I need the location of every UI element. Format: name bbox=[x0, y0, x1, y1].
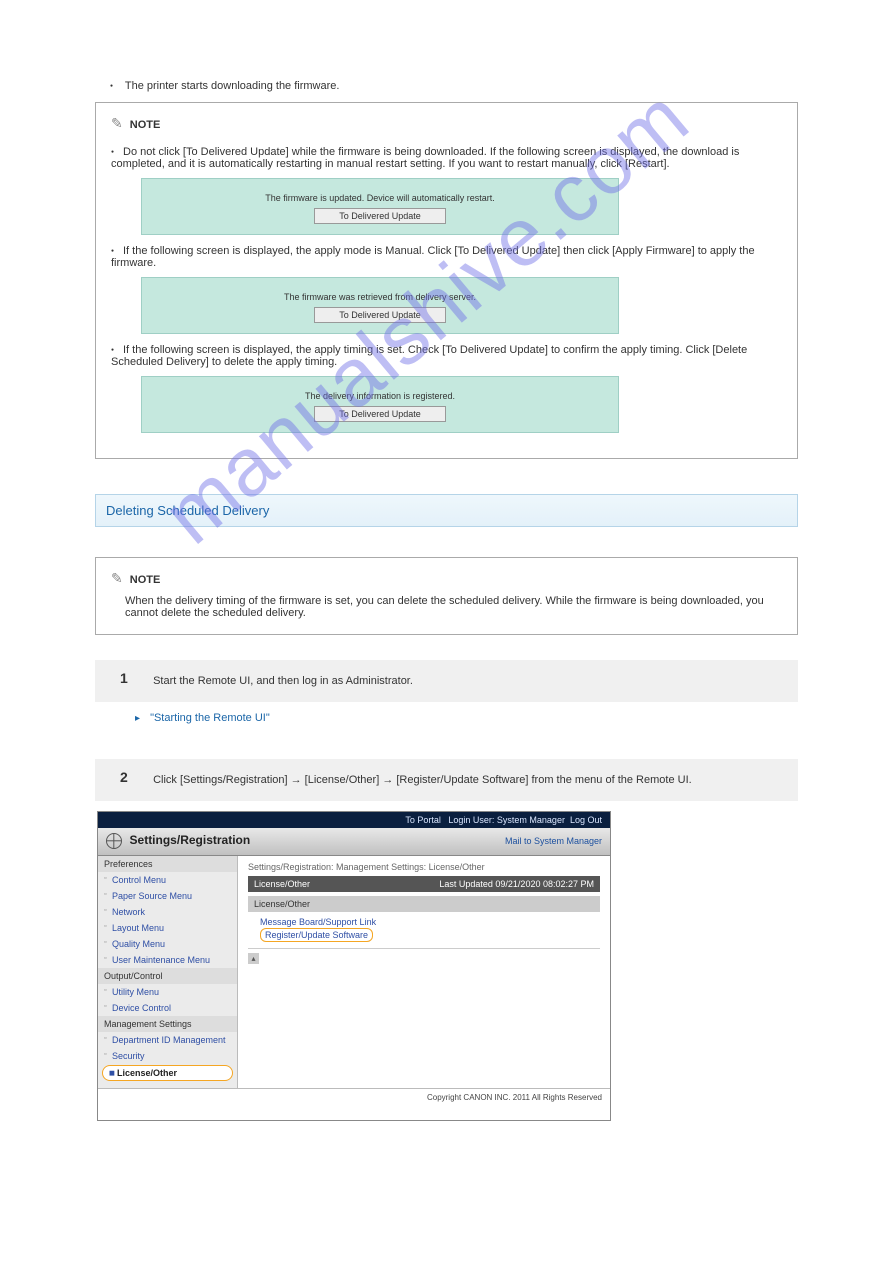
logout-link[interactable]: Log Out bbox=[570, 815, 602, 825]
note-box-1: ✎ NOTE Do not click [To Delivered Update… bbox=[95, 102, 798, 459]
sidebar-item-layout-menu[interactable]: Layout Menu bbox=[98, 920, 237, 936]
sidebar-item-license-other[interactable]: License/Other bbox=[102, 1065, 233, 1081]
step-1-number: 1 bbox=[120, 670, 142, 692]
firmware-updated-screenshot: The firmware is updated. Device will aut… bbox=[141, 178, 619, 235]
intro-bullet-text: The printer starts downloading the firmw… bbox=[125, 80, 340, 92]
sidebar-item-control-menu[interactable]: Control Menu bbox=[98, 872, 237, 888]
section-header: Deleting Scheduled Delivery bbox=[95, 494, 798, 527]
starting-remote-ui-link-row: ▸ "Starting the Remote UI" bbox=[95, 702, 798, 734]
delivery-registered-msg: The delivery information is registered. bbox=[142, 391, 618, 401]
step-2-number: 2 bbox=[120, 769, 142, 791]
ui-topbar: To Portal Login User: System Manager Log… bbox=[98, 812, 610, 828]
note-box-2-text: When the delivery timing of the firmware… bbox=[125, 595, 782, 619]
to-portal-link[interactable]: To Portal bbox=[405, 815, 441, 825]
to-delivered-update-button[interactable]: To Delivered Update bbox=[314, 406, 446, 422]
delivery-registered-screenshot: The delivery information is registered. … bbox=[141, 376, 619, 433]
sidebar-cat-output-control: Output/Control bbox=[98, 968, 237, 984]
sidebar-item-security[interactable]: Security bbox=[98, 1048, 237, 1064]
ui-footer: Copyright CANON INC. 2011 All Rights Res… bbox=[98, 1088, 610, 1120]
sidebar-item-device-control[interactable]: Device Control bbox=[98, 1000, 237, 1016]
sidebar-cat-preferences: Preferences bbox=[98, 856, 237, 872]
main-links-list: Message Board/Support Link Register/Upda… bbox=[248, 912, 600, 942]
divider bbox=[248, 948, 600, 949]
sidebar-item-paper-source-menu[interactable]: Paper Source Menu bbox=[98, 888, 237, 904]
ui-main: Settings/Registration: Management Settin… bbox=[238, 856, 610, 1088]
ui-body: Preferences Control Menu Paper Source Me… bbox=[98, 856, 610, 1088]
step-1-band: 1 Start the Remote UI, and then log in a… bbox=[95, 660, 798, 702]
message-board-link[interactable]: Message Board/Support Link bbox=[260, 916, 600, 928]
note-list-1: Do not click [To Delivered Update] while… bbox=[111, 146, 782, 433]
to-delivered-update-button[interactable]: To Delivered Update bbox=[314, 307, 446, 323]
sidebar-item-user-maintenance-menu[interactable]: User Maintenance Menu bbox=[98, 952, 237, 968]
collapse-icon[interactable]: ▴ bbox=[248, 953, 259, 964]
register-update-software-link[interactable]: Register/Update Software bbox=[260, 928, 373, 942]
intro-bullet: The printer starts downloading the firmw… bbox=[110, 80, 798, 92]
pencil-icon: ✎ bbox=[111, 115, 123, 132]
sidebar-item-department-id-management[interactable]: Department ID Management bbox=[98, 1032, 237, 1048]
note-label: NOTE bbox=[130, 574, 161, 586]
sub-title-bar: License/Other bbox=[248, 896, 600, 912]
note-item-3-text: If the following screen is displayed, th… bbox=[111, 344, 747, 368]
last-updated-label: Last Updated 09/21/2020 08:02:27 PM bbox=[439, 879, 594, 889]
step-2-text: Click [Settings/Registration] → [License… bbox=[153, 774, 692, 786]
remote-ui-screenshot: To Portal Login User: System Manager Log… bbox=[97, 811, 611, 1121]
sidebar-cat-management-settings: Management Settings bbox=[98, 1016, 237, 1032]
main-title-bar: License/Other Last Updated 09/21/2020 08… bbox=[248, 876, 600, 892]
settings-icon bbox=[106, 833, 122, 849]
intro-bullet-list: The printer starts downloading the firmw… bbox=[95, 80, 798, 92]
ui-ribbon: Settings/Registration Mail to System Man… bbox=[98, 828, 610, 856]
to-delivered-update-button[interactable]: To Delivered Update bbox=[314, 208, 446, 224]
firmware-retrieved-screenshot: The firmware was retrieved from delivery… bbox=[141, 277, 619, 334]
note-label: NOTE bbox=[130, 119, 161, 131]
note-item-2: If the following screen is displayed, th… bbox=[111, 245, 782, 334]
starting-remote-ui-link[interactable]: "Starting the Remote UI" bbox=[150, 712, 270, 724]
firmware-retrieved-msg: The firmware was retrieved from delivery… bbox=[142, 292, 618, 302]
settings-registration-title: Settings/Registration bbox=[130, 833, 251, 847]
sidebar-item-quality-menu[interactable]: Quality Menu bbox=[98, 936, 237, 952]
main-title: License/Other bbox=[254, 879, 310, 889]
sidebar-item-utility-menu[interactable]: Utility Menu bbox=[98, 984, 237, 1000]
firmware-updated-msg: The firmware is updated. Device will aut… bbox=[142, 193, 618, 203]
step-1-text: Start the Remote UI, and then log in as … bbox=[153, 675, 413, 687]
note-box-2: ✎ NOTE When the delivery timing of the f… bbox=[95, 557, 798, 635]
mail-to-system-manager-link[interactable]: Mail to System Manager bbox=[505, 836, 602, 846]
note-item-2-text: If the following screen is displayed, th… bbox=[111, 245, 755, 269]
sidebar-item-network[interactable]: Network bbox=[98, 904, 237, 920]
arrow-icon: ▸ bbox=[135, 713, 147, 724]
note-item-1-text: Do not click [To Delivered Update] while… bbox=[111, 146, 739, 170]
ui-sidebar: Preferences Control Menu Paper Source Me… bbox=[98, 856, 238, 1088]
login-user-label: Login User: System Manager bbox=[448, 815, 565, 825]
step-2-band: 2 Click [Settings/Registration] → [Licen… bbox=[95, 759, 798, 801]
note-item-3: If the following screen is displayed, th… bbox=[111, 344, 782, 433]
breadcrumb: Settings/Registration: Management Settin… bbox=[248, 862, 600, 872]
pencil-icon: ✎ bbox=[111, 570, 123, 587]
note-item-1: Do not click [To Delivered Update] while… bbox=[111, 146, 782, 235]
